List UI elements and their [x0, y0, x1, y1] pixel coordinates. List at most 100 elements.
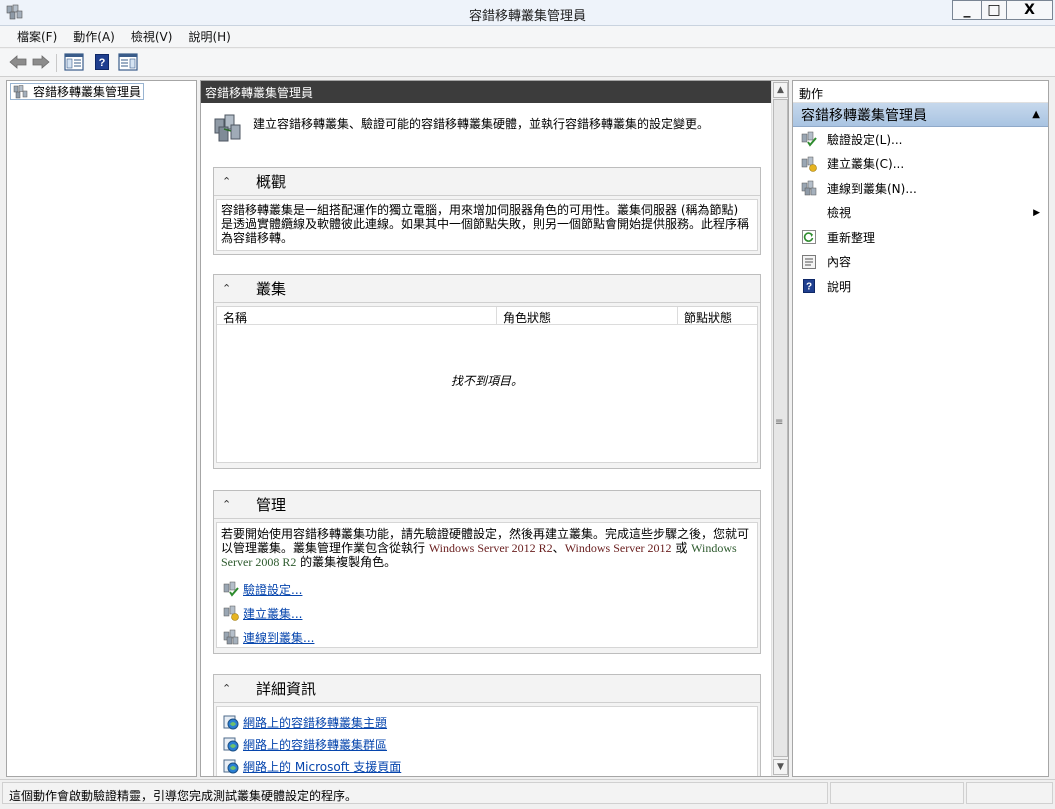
status-panel-3 [966, 782, 1053, 804]
connect-cluster-link[interactable]: 連線到叢集... [243, 629, 314, 646]
menu-file[interactable]: 檔案(F) [9, 28, 65, 45]
minimize-button[interactable]: _ [952, 0, 982, 20]
console-tree-icon [64, 53, 84, 71]
action-label: 說明 [827, 279, 852, 294]
overview-text: 容錯移轉叢集是一組搭配運作的獨立電腦，用來增加伺服器角色的可用性。叢集伺服器 (… [221, 203, 750, 245]
cluster-graphic-icon [214, 114, 241, 142]
community-link-row: 網路上的容錯移轉叢集群區 [223, 733, 753, 755]
actions-group-title: 容錯移轉叢集管理員 [801, 107, 927, 124]
collapse-up-icon[interactable]: ▲ [1032, 109, 1040, 120]
properties-icon [801, 254, 817, 270]
action-label: 重新整理 [827, 230, 876, 245]
scrollbar-thumb[interactable] [773, 99, 788, 757]
menu-help[interactable]: 說明(H) [180, 28, 238, 45]
validate-config-link[interactable]: 驗證設定... [243, 581, 302, 598]
maximize-icon: □ [987, 2, 1001, 18]
action-help[interactable]: ? 說明 [793, 274, 1048, 299]
forward-button[interactable] [31, 52, 51, 72]
empty-list-message: 找不到項目。 [450, 374, 523, 388]
help-icon: ? [95, 54, 109, 70]
manage-title: 管理 [256, 496, 287, 514]
toolbar-separator [56, 54, 57, 72]
scrollbar-grip-icon: ≡ [775, 417, 784, 428]
create-cluster-icon [801, 156, 817, 172]
manage-text: 若要開始使用容錯移轉叢集功能，請先驗證硬體設定，然後再建立叢集。完成這些步驟之後… [221, 527, 753, 569]
svg-text:?: ? [99, 57, 106, 69]
connect-cluster-icon [223, 629, 239, 645]
tree-node-label: 容錯移轉叢集管理員 [33, 85, 142, 99]
action-refresh[interactable]: 重新整理 [793, 225, 1048, 250]
scroll-up-icon[interactable]: ▲ [773, 82, 788, 98]
action-create-cluster[interactable]: 建立叢集(C)... [793, 152, 1048, 177]
column-header-name[interactable]: 名稱 [217, 307, 497, 325]
menu-bar: 檔案(F) 動作(A) 檢視(V) 說明(H) [0, 26, 1055, 48]
create-cluster-link[interactable]: 建立叢集... [243, 605, 302, 622]
cluster-manager-icon [13, 84, 28, 98]
window-title: 容錯移轉叢集管理員 [468, 9, 586, 24]
manage-body: 若要開始使用容錯移轉叢集功能，請先驗證硬體設定，然後再建立叢集。完成這些步驟之後… [216, 522, 758, 648]
show-hide-action-pane-button[interactable] [117, 52, 139, 72]
action-label: 內容 [827, 255, 852, 270]
maximize-button[interactable]: □ [981, 0, 1007, 20]
overview-body: 容錯移轉叢集是一組搭配運作的獨立電腦，用來增加伺服器角色的可用性。叢集伺服器 (… [216, 199, 758, 251]
center-scrollbar[interactable]: ▲ ≡ ▼ [771, 81, 788, 776]
column-header-node-status[interactable]: 節點狀態 [678, 307, 750, 325]
action-connect-to-cluster[interactable]: 連線到叢集(N)... [793, 176, 1048, 201]
help-button[interactable]: ? [94, 52, 110, 72]
console-tree-pane: 容錯移轉叢集管理員 [6, 80, 197, 777]
menu-view[interactable]: 檢視(V) [123, 28, 181, 45]
blank-icon [801, 205, 817, 221]
column-header-role-status[interactable]: 角色狀態 [497, 307, 678, 325]
manage-section: ⌃ 管理 若要開始使用容錯移轉叢集功能，請先驗證硬體設定，然後再建立叢集。完成這… [213, 490, 761, 654]
tree-node-cluster-manager[interactable]: 容錯移轉叢集管理員 [10, 83, 145, 100]
title-bar: 容錯移轉叢集管理員 _ □ X [0, 0, 1055, 26]
action-validate-configuration[interactable]: 驗證設定(L)... [793, 127, 1048, 152]
create-cluster-link-row: 建立叢集... [223, 601, 753, 625]
more-info-section-header[interactable]: ⌃ 詳細資訊 [214, 675, 760, 703]
manage-text-sep2: 或 [671, 541, 692, 555]
manage-text-b: 的叢集複製角色。 [296, 555, 397, 569]
overview-title: 概觀 [256, 173, 287, 191]
web-link-icon [223, 759, 239, 774]
show-hide-console-tree-button[interactable] [63, 52, 85, 72]
clusters-section: ⌃ 叢集 名稱 角色狀態 節點狀態 找不到項目。 [213, 274, 761, 469]
overview-section-header[interactable]: ⌃ 概觀 [214, 168, 760, 196]
online-community-link[interactable]: 網路上的容錯移轉叢集群區 [243, 736, 387, 753]
microsoft-support-link[interactable]: 網路上的 Microsoft 支援頁面 [243, 758, 401, 775]
menu-action[interactable]: 動作(A) [65, 28, 123, 45]
validate-config-icon [801, 131, 817, 147]
manage-section-header[interactable]: ⌃ 管理 [214, 491, 760, 519]
close-button[interactable]: X [1006, 0, 1053, 20]
action-pane-icon [118, 53, 138, 71]
collapse-icon[interactable]: ⌃ [222, 682, 242, 695]
actions-pane: 動作 容錯移轉叢集管理員 ▲ 驗證設定(L)... 建立叢集(C)... 連線到… [792, 80, 1049, 777]
clusters-title: 叢集 [256, 280, 287, 298]
toolbar: ? [0, 49, 1055, 77]
clusters-section-header[interactable]: ⌃ 叢集 [214, 275, 760, 303]
collapse-icon[interactable]: ⌃ [222, 498, 242, 511]
manage-text-sep1: 、 [552, 541, 565, 555]
forward-arrow-icon [32, 55, 50, 69]
submenu-arrow-icon: ▶ [1033, 207, 1040, 218]
svg-text:?: ? [806, 282, 812, 293]
help-icon: ? [801, 278, 817, 294]
online-topics-link[interactable]: 網路上的容錯移轉叢集主題 [243, 714, 387, 731]
back-button[interactable] [8, 52, 28, 72]
actions-group-header[interactable]: 容錯移轉叢集管理員 ▲ [793, 103, 1048, 127]
center-pane: 容錯移轉叢集管理員 建立容錯移轉叢集、驗證可能的容錯移轉叢集硬體，並執行容錯移轉… [200, 80, 789, 777]
topics-link-row: 網路上的容錯移轉叢集主題 [223, 711, 753, 733]
status-text: 這個動作會啟動驗證精靈，引導您完成測試叢集硬體設定的程序。 [2, 782, 828, 804]
web-link-icon [223, 715, 239, 730]
more-info-body: 網路上的容錯移轉叢集主題 網路上的容錯移轉叢集群區 網路上的 Microsoft… [216, 706, 758, 776]
action-view[interactable]: 檢視 ▶ [793, 201, 1048, 226]
connect-cluster-link-row: 連線到叢集... [223, 625, 753, 649]
clusters-grid: 名稱 角色狀態 節點狀態 找不到項目。 [216, 306, 758, 463]
status-bar: 這個動作會啟動驗證精靈，引導您完成測試叢集硬體設定的程序。 [0, 779, 1055, 809]
manage-text-ws2012: Windows Server 2012 [564, 541, 672, 555]
collapse-icon[interactable]: ⌃ [222, 282, 242, 295]
collapse-icon[interactable]: ⌃ [222, 175, 242, 188]
action-properties[interactable]: 內容 [793, 250, 1048, 275]
close-icon: X [1024, 2, 1035, 18]
scroll-down-icon[interactable]: ▼ [773, 759, 788, 775]
web-link-icon [223, 737, 239, 752]
